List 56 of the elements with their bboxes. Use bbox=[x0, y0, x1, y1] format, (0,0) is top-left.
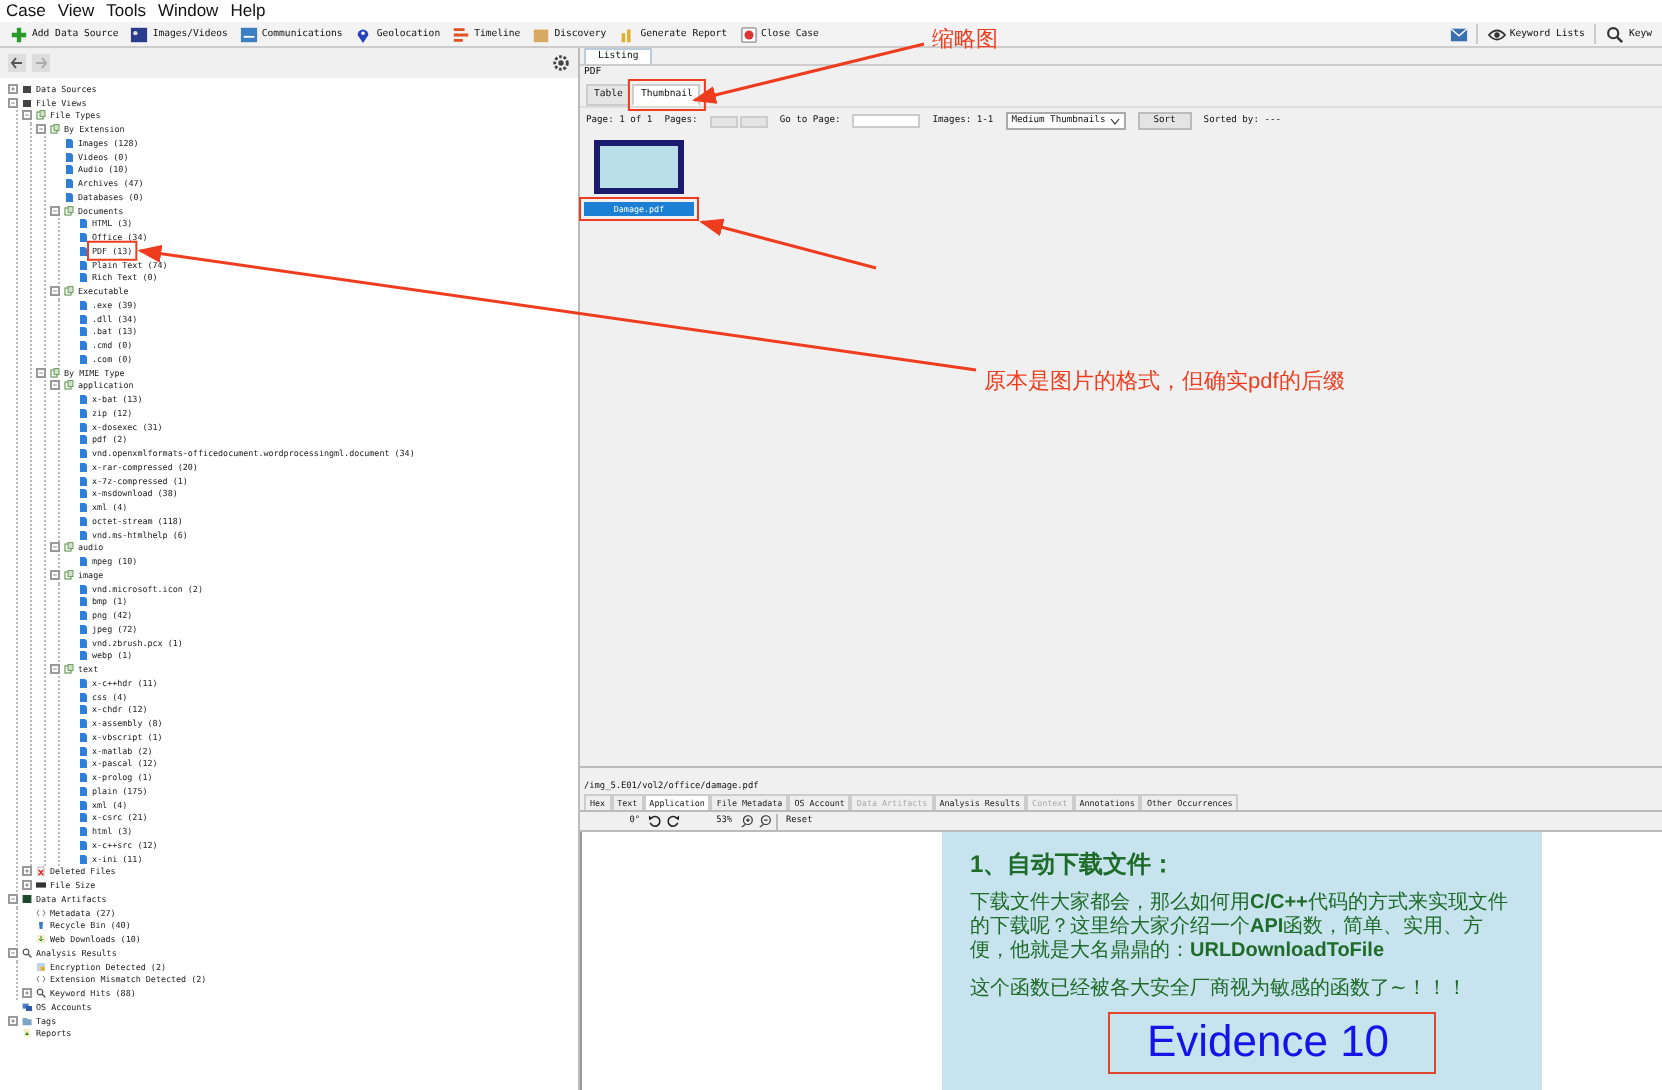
zoom-in-icon[interactable] bbox=[740, 814, 754, 828]
download-icon bbox=[36, 934, 46, 945]
evidence-label: Evidence 10 bbox=[1108, 1012, 1436, 1074]
file-group-icon bbox=[64, 205, 74, 216]
menu-item[interactable]: Help bbox=[230, 0, 266, 22]
file-group-icon bbox=[64, 286, 74, 297]
mail-icon[interactable] bbox=[1449, 25, 1468, 43]
collapse-toggle[interactable] bbox=[8, 947, 18, 958]
collapse-toggle[interactable] bbox=[50, 286, 60, 297]
zoom-out-icon[interactable] bbox=[758, 814, 772, 828]
highlight-frame bbox=[627, 79, 706, 111]
search-icon bbox=[22, 947, 32, 958]
menu-item[interactable]: Window bbox=[157, 0, 219, 22]
file-group-icon bbox=[64, 664, 74, 675]
menu-item[interactable]: View bbox=[57, 0, 95, 22]
document-note: 这个函数已经被各大安全厂商视为敏感的函数了~！！！ bbox=[970, 975, 1469, 1002]
file-icon bbox=[78, 556, 88, 567]
collapse-toggle[interactable] bbox=[50, 542, 60, 553]
expand-toggle[interactable] bbox=[8, 1015, 18, 1026]
rotate-right-icon[interactable] bbox=[666, 814, 680, 828]
recycle-bin-icon bbox=[36, 920, 46, 931]
eye-icon bbox=[1487, 25, 1506, 43]
page-input-field[interactable] bbox=[852, 114, 921, 128]
search-icon bbox=[1606, 25, 1625, 43]
collapse-toggle[interactable] bbox=[50, 569, 60, 580]
collapse-toggle[interactable] bbox=[8, 97, 18, 108]
file-group-icon bbox=[64, 542, 74, 553]
collapse-toggle[interactable] bbox=[8, 893, 18, 904]
rotate-left-icon[interactable] bbox=[648, 814, 662, 828]
annotation-text: 原本是图片的格式，但确实pdf的后缀 bbox=[984, 367, 1345, 396]
menu-item[interactable]: Tools bbox=[106, 0, 146, 22]
collapse-toggle[interactable] bbox=[50, 205, 60, 216]
search-icon bbox=[36, 988, 46, 999]
highlight-frame bbox=[87, 240, 138, 261]
collapse-toggle[interactable] bbox=[50, 664, 60, 675]
forward-button[interactable] bbox=[32, 54, 50, 72]
caret-icon bbox=[1109, 117, 1120, 125]
deleted-file-icon bbox=[36, 866, 46, 877]
collapse-toggle[interactable] bbox=[36, 124, 46, 135]
annotation-text: 缩略图 bbox=[932, 25, 998, 54]
document-paragraph: 下载文件大家都会，那么如何用C/C++代码的方式来实现文件的下载呢？这里给大家介绍一个API函数，简单、实用、方便，他就是大名鼎鼎的：URLDownloadToFile bbox=[970, 892, 1510, 964]
document-heading: 1、自动下载文件： bbox=[970, 848, 1178, 882]
collapse-toggle[interactable] bbox=[22, 110, 32, 121]
highlight-frame bbox=[579, 197, 699, 221]
expand-toggle[interactable] bbox=[8, 83, 18, 94]
expand-toggle[interactable] bbox=[22, 866, 32, 877]
add-icon bbox=[10, 25, 28, 43]
expand-toggle[interactable] bbox=[22, 880, 32, 891]
file-group-icon bbox=[64, 569, 74, 580]
expand-toggle[interactable] bbox=[22, 988, 32, 999]
back-button[interactable] bbox=[8, 54, 26, 72]
collapse-toggle[interactable] bbox=[50, 380, 60, 391]
collapse-toggle[interactable] bbox=[36, 367, 46, 378]
menu-item[interactable]: Case bbox=[6, 0, 46, 22]
settings-icon[interactable] bbox=[552, 54, 570, 72]
thumbnail-image[interactable] bbox=[594, 140, 684, 194]
